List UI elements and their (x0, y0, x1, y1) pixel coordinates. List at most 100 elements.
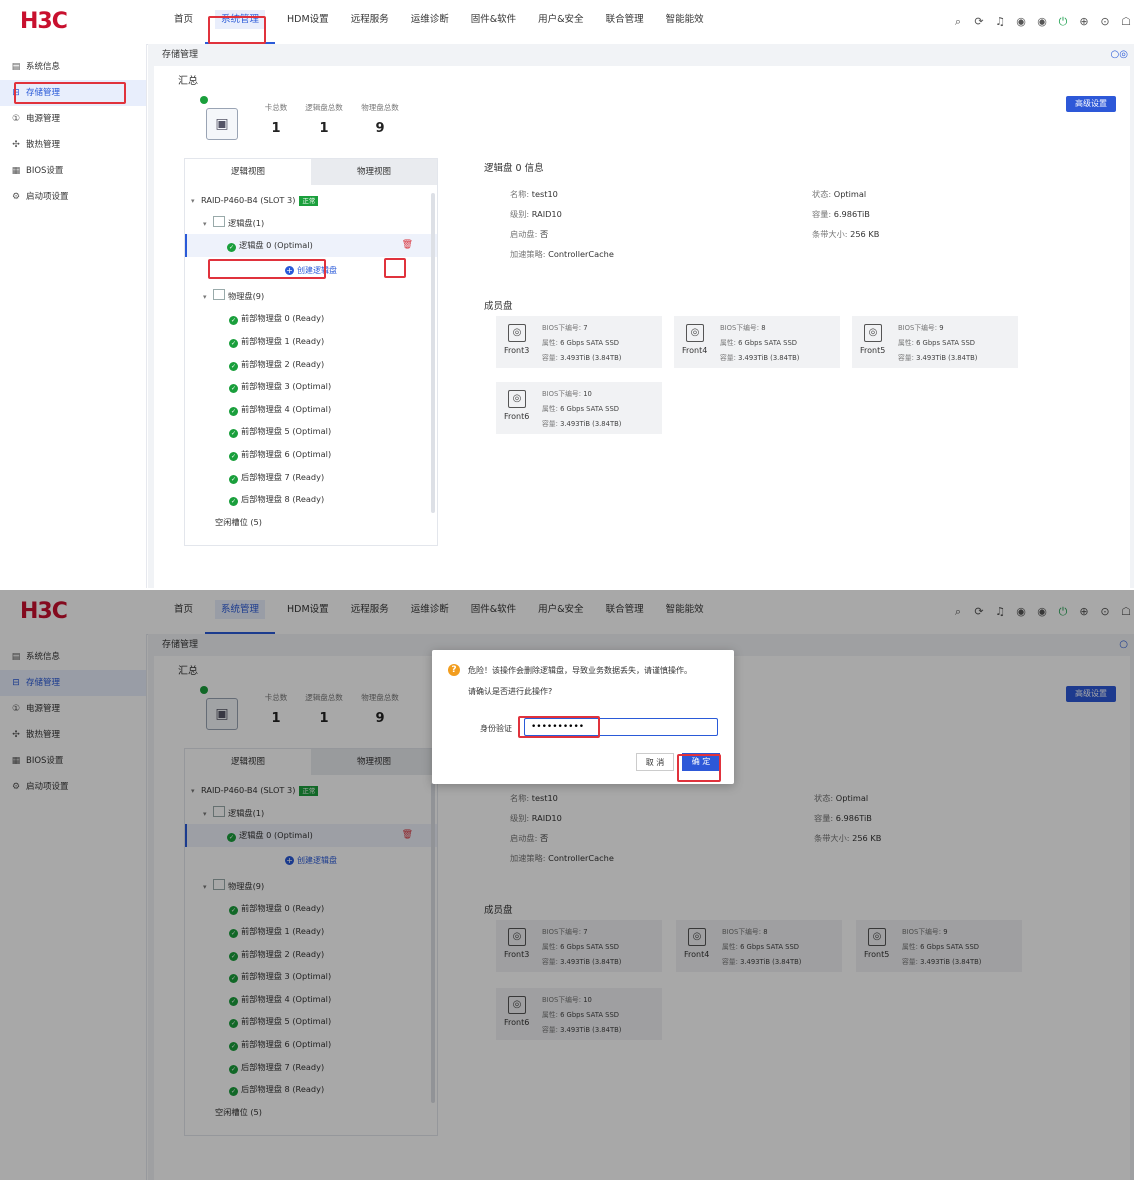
tree-physical-disk[interactable]: ✓ 后部物理盘 8 (Ready) (185, 488, 437, 511)
info-state: 状态: Optimal (812, 188, 866, 200)
tree-logical-group[interactable]: ▾ 逻辑盘(1) (185, 212, 437, 235)
disk-name: Front4 (682, 346, 708, 355)
tree-empty-slots[interactable]: 空闲槽位 (5) (185, 511, 437, 534)
disk-value: 6 Gbps SATA SSD (916, 339, 976, 347)
stat-label: 物理盘总数 (361, 103, 399, 112)
folder-icon (213, 288, 225, 300)
language-icon[interactable]: ⊕ (1076, 14, 1092, 30)
disk-value: 3.493TiB (3.84TB) (560, 354, 622, 362)
list-icon: ▤ (11, 62, 21, 72)
top-icons: ⌕ ⟳ ♫ ◉ ◉ ⏻ ⊕ ⊙ ☖ (945, 14, 1134, 30)
info-level: 级别: RAID10 (510, 208, 562, 220)
nav-diagnostics[interactable]: 运维诊断 (401, 0, 459, 44)
sidebar-item-label: 启动项设置 (26, 192, 69, 202)
disk-value: 10 (583, 390, 592, 398)
member-disk-card[interactable]: ◎ Front6 BIOS下编号: 10 属性: 6 Gbps SATA SSD… (496, 382, 662, 434)
logical-group-label: 逻辑盘(1) (228, 217, 265, 228)
tab-logical-view[interactable]: 逻辑视图 (185, 159, 311, 185)
disk-value: 3.493TiB (3.84TB) (560, 420, 622, 428)
nav-hdm-settings[interactable]: HDM设置 (277, 0, 339, 44)
plus-icon: + (285, 265, 294, 275)
nav-system-management-label: 系统管理 (215, 10, 266, 29)
disk-value: 3.493TiB (3.84TB) (916, 354, 978, 362)
disk-key: 属性: (898, 339, 914, 347)
chevron-down-icon[interactable]: ▾ (203, 213, 213, 236)
tree-physical-disk[interactable]: ✓ 前部物理盘 0 (Ready) (185, 307, 437, 330)
member-disk-card[interactable]: ◎ Front5 BIOS下编号: 9 属性: 6 Gbps SATA SSD … (852, 316, 1018, 368)
disk-icon: ◎ (864, 324, 882, 342)
tree-physical-group[interactable]: ▾ 物理盘(9) (185, 285, 437, 308)
nav-energy[interactable]: 智能能效 (656, 0, 714, 44)
stat-value: 1 (319, 121, 329, 136)
advanced-settings-button[interactable]: 高级设置 (1066, 96, 1116, 112)
sidebar-item-bios[interactable]: ▦ BIOS设置 (0, 158, 146, 184)
storage-icon: ⊟ (12, 88, 20, 98)
h3c-logo: H3C (20, 9, 68, 34)
tree-physical-disk[interactable]: ✓ 后部物理盘 7 (Ready) (185, 466, 437, 489)
status-icon[interactable]: ◉ (1013, 14, 1029, 30)
disk-name: Front3 (504, 346, 530, 355)
info-value: 256 KB (850, 229, 880, 239)
physical-disk-label: 前部物理盘 4 (Optimal) (241, 403, 332, 414)
tree-controller[interactable]: ▾ RAID-P460-B4 (SLOT 3) 正常 (185, 189, 437, 212)
storage-panel: 汇总 ▣ 卡总数 1 逻辑盘总数 1 物理盘总数 9 高级设置 逻辑视图 物理视图 ▾… (154, 66, 1130, 588)
info-value: 否 (539, 229, 549, 239)
tree-physical-disk[interactable]: ✓ 前部物理盘 5 (Optimal) (185, 420, 437, 443)
alarm-icon[interactable]: ♫ (992, 14, 1008, 30)
uid-icon[interactable]: ◉ (1034, 14, 1050, 30)
sidebar-item-cooling[interactable]: ✣ 散热管理 (0, 132, 146, 158)
member-disk-card[interactable]: ◎ Front3 BIOS下编号: 7 属性: 6 Gbps SATA SSD … (496, 316, 662, 368)
user-icon[interactable]: ☖ (1118, 14, 1134, 30)
tab-physical-view[interactable]: 物理视图 (311, 159, 437, 185)
tree-physical-disk[interactable]: ✓ 前部物理盘 3 (Optimal) (185, 375, 437, 398)
tree-physical-disk[interactable]: ✓ 前部物理盘 2 (Ready) (185, 353, 437, 376)
create-label: 创建逻辑盘 (297, 265, 337, 275)
disk-icon: ◎ (686, 324, 704, 342)
tree-box: 逻辑视图 物理视图 ▾ RAID-P460-B4 (SLOT 3) 正常 ▾ 逻辑盘(… (184, 158, 438, 546)
check-circle-icon: ✓ (229, 497, 238, 507)
disk-key: 容量: (898, 354, 914, 362)
sidebar-item-label: 存储管理 (26, 88, 61, 98)
cancel-button[interactable]: 取 消 (636, 753, 674, 771)
info-value: ControllerCache (548, 249, 614, 259)
nav-remote-services[interactable]: 远程服务 (341, 0, 399, 44)
tree-physical-disk[interactable]: ✓ 前部物理盘 1 (Ready) (185, 330, 437, 353)
refresh-icon[interactable]: ○◎ (1111, 44, 1128, 66)
nav-federation[interactable]: 联合管理 (596, 0, 654, 44)
confirm-button[interactable]: 确 定 (682, 753, 720, 771)
tree-logical-disk-0[interactable]: ✓ 逻辑盘 0 (Optimal) 🗑 (185, 234, 437, 257)
member-disk-card[interactable]: ◎ Front4 BIOS下编号: 8 属性: 6 Gbps SATA SSD … (674, 316, 840, 368)
physical-disk-label: 前部物理盘 2 (Ready) (241, 358, 325, 369)
tree-scrollbar[interactable] (431, 193, 435, 513)
help-icon[interactable]: ⊙ (1097, 14, 1113, 30)
create-logical-disk-button[interactable]: + 创建逻辑盘 (185, 257, 437, 285)
power-icon[interactable]: ⏻ (1055, 14, 1071, 30)
info-accel: 加速策略: ControllerCache (510, 248, 614, 260)
sidebar-item-boot[interactable]: ⚙ 启动项设置 (0, 184, 146, 210)
sidebar-item-power[interactable]: ① 电源管理 (0, 106, 146, 132)
nav-firmware-software[interactable]: 固件&软件 (461, 0, 526, 44)
tree-physical-disk[interactable]: ✓ 前部物理盘 4 (Optimal) (185, 398, 437, 421)
check-circle-icon: ✓ (229, 474, 238, 484)
info-capacity: 容量: 6.986TiB (812, 208, 870, 220)
tree-physical-disk[interactable]: ✓ 前部物理盘 6 (Optimal) (185, 443, 437, 466)
sidebar: ▤ 系统信息 ⊟ 存储管理 ① 电源管理 ✣ 散热管理 ▦ BIOS设置 ⚙ 启动项设置 (0, 44, 147, 588)
disk-bios: BIOS下编号: 9 (898, 322, 944, 332)
sidebar-item-storage[interactable]: ⊟ 存储管理 (0, 80, 146, 106)
disk-key: BIOS下编号: (720, 324, 760, 332)
disk-value: 6 Gbps SATA SSD (560, 405, 620, 413)
nav-user-security[interactable]: 用户&安全 (528, 0, 593, 44)
chevron-down-icon[interactable]: ▾ (203, 286, 213, 309)
physical-group-label: 物理盘(9) (228, 290, 265, 301)
search-icon[interactable]: ⌕ (950, 14, 966, 30)
disk-key: BIOS下编号: (898, 324, 938, 332)
chevron-down-icon[interactable]: ▾ (191, 190, 201, 213)
trash-icon[interactable]: 🗑 (402, 234, 413, 257)
password-input[interactable] (524, 718, 718, 736)
disk-cap: 容量: 3.493TiB (3.84TB) (542, 352, 621, 362)
nav-home[interactable]: 首页 (164, 0, 203, 44)
disk-cap: 容量: 3.493TiB (3.84TB) (542, 418, 621, 428)
nav-system-management[interactable]: 系统管理 (205, 0, 276, 44)
sidebar-item-system-info[interactable]: ▤ 系统信息 (0, 54, 146, 80)
refresh-icon[interactable]: ⟳ (971, 14, 987, 30)
